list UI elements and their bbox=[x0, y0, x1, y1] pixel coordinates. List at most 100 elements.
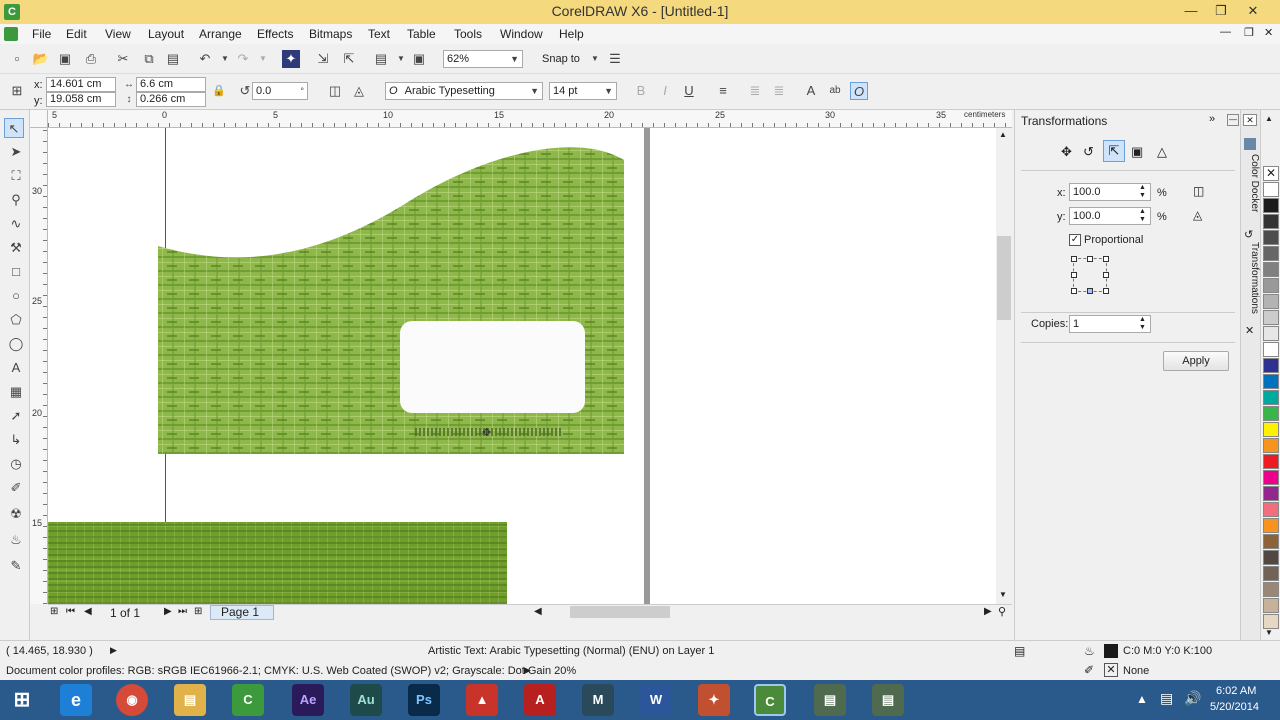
export-icon[interactable]: ⇱ bbox=[340, 50, 358, 68]
menu-window[interactable]: Window bbox=[500, 27, 543, 41]
zoom-tool-icon[interactable]: ⚲ bbox=[6, 190, 26, 210]
publish-pdf-icon[interactable]: ▤ bbox=[372, 50, 390, 68]
page-tab[interactable]: Page 1 bbox=[210, 605, 274, 620]
menu-text[interactable]: Text bbox=[368, 27, 390, 41]
anchor-point[interactable] bbox=[1103, 256, 1109, 262]
color-swatch[interactable] bbox=[1263, 486, 1279, 501]
text-alignment-icon[interactable]: ≡ bbox=[714, 82, 732, 100]
start-button[interactable]: ⊞ bbox=[6, 684, 38, 716]
color-swatch[interactable] bbox=[1263, 182, 1279, 197]
size-transform-icon[interactable]: ▣ bbox=[1131, 144, 1143, 160]
lock-ratio-icon[interactable]: 🔒 bbox=[210, 82, 228, 100]
scale-transform-icon[interactable]: ⇱ bbox=[1103, 140, 1125, 162]
position-transform-icon[interactable]: ✥ bbox=[1061, 144, 1072, 160]
first-page-icon[interactable]: ⏮ bbox=[66, 606, 75, 617]
scroll-right-icon[interactable]: ▶ bbox=[984, 606, 992, 617]
smart-fill-tool-icon[interactable]: ⚒ bbox=[6, 238, 26, 258]
coreldraw-taskbar-icon[interactable]: C bbox=[232, 684, 264, 716]
clock-date[interactable]: 5/20/2014 bbox=[1210, 701, 1259, 713]
publish-dropdown-icon[interactable]: ▼ bbox=[392, 50, 410, 68]
redo-dropdown-icon[interactable]: ▼ bbox=[254, 50, 272, 68]
vertical-ruler[interactable]: 30 25 20 15 bbox=[30, 128, 48, 604]
palette-scroll-down-icon[interactable]: ▼ bbox=[1265, 628, 1273, 637]
x-position-field[interactable]: 14.601 cm bbox=[46, 77, 116, 92]
color-swatch[interactable] bbox=[1263, 502, 1279, 517]
photoshop-icon[interactable]: Ps bbox=[408, 684, 440, 716]
tray-chevron-icon[interactable]: ▲ bbox=[1136, 692, 1148, 706]
color-swatch[interactable] bbox=[1263, 422, 1279, 437]
copy-icon[interactable]: ⧉ bbox=[140, 50, 158, 68]
minimize-button[interactable]: — bbox=[1176, 0, 1206, 22]
scale-y-spinner[interactable]: ▲ ▼ bbox=[1139, 208, 1146, 224]
label-box[interactable] bbox=[400, 321, 585, 413]
object-origin-icon[interactable]: ⊞ bbox=[8, 82, 26, 100]
tab-transformations[interactable]: Transformations bbox=[1242, 242, 1260, 322]
anchor-point[interactable] bbox=[1071, 256, 1077, 262]
anchor-point[interactable] bbox=[1103, 272, 1109, 278]
add-page-icon[interactable]: ⊞ bbox=[50, 606, 58, 617]
anchor-point[interactable] bbox=[1087, 256, 1093, 262]
doc-minimize-button[interactable]: — bbox=[1220, 26, 1231, 38]
anchor-point[interactable] bbox=[1103, 288, 1109, 294]
undo-dropdown-icon[interactable]: ▼ bbox=[216, 50, 234, 68]
corel-capture-icon[interactable]: ✦ bbox=[698, 684, 730, 716]
paste-icon[interactable]: ▤ bbox=[164, 50, 182, 68]
clock-time[interactable]: 6:02 AM bbox=[1216, 685, 1256, 697]
doc-restore-button[interactable]: ❐ bbox=[1244, 26, 1254, 39]
eyedropper-tool-icon[interactable]: ✐ bbox=[6, 478, 26, 498]
sketchup-icon[interactable]: ▲ bbox=[466, 684, 498, 716]
transformations-tab-icon[interactable]: ↺ bbox=[1244, 228, 1253, 241]
interactive-fill-tool-icon[interactable]: ✎ bbox=[6, 556, 26, 576]
undo-icon[interactable]: ↶ bbox=[196, 50, 214, 68]
width-field[interactable]: 6.6 cm bbox=[136, 77, 206, 92]
fill-tool-icon[interactable]: ♨ bbox=[6, 530, 26, 550]
color-swatch[interactable] bbox=[1263, 534, 1279, 549]
scroll-left-icon[interactable]: ◀ bbox=[534, 606, 542, 617]
navigator-icon[interactable]: ⚲ bbox=[998, 605, 1006, 618]
color-swatch[interactable] bbox=[1263, 566, 1279, 581]
save-icon[interactable]: ▣ bbox=[56, 50, 74, 68]
drawing-canvas[interactable]: ✥ bbox=[48, 128, 996, 604]
color-swatch[interactable] bbox=[1263, 598, 1279, 613]
coreldraw-active-icon[interactable]: C bbox=[754, 684, 786, 716]
color-swatch[interactable] bbox=[1263, 246, 1279, 261]
ruler-origin[interactable] bbox=[30, 110, 48, 128]
skew-transform-icon[interactable]: △ bbox=[1157, 144, 1167, 160]
tab-color-docker[interactable]: Color Docker bbox=[1242, 154, 1260, 224]
color-swatch[interactable] bbox=[1263, 198, 1279, 213]
next-page-icon[interactable]: ▶ bbox=[164, 606, 172, 617]
edit-text-icon[interactable]: ab bbox=[826, 82, 844, 100]
status-expand-icon[interactable]: ▶ bbox=[110, 645, 117, 656]
freehand-tool-icon[interactable]: ∿ bbox=[6, 214, 26, 234]
color-swatch[interactable] bbox=[1263, 278, 1279, 293]
horizontal-ruler[interactable]: 5 0 5 10 15 20 25 30 35 centimeters bbox=[48, 110, 1012, 128]
pick-tool-icon[interactable]: ↖ bbox=[4, 118, 24, 138]
cut-icon[interactable]: ✂ bbox=[114, 50, 132, 68]
opentype-icon[interactable]: O bbox=[850, 82, 868, 100]
rotation-field[interactable]: 0.0 ° bbox=[252, 82, 308, 100]
chrome-icon[interactable]: ◉ bbox=[116, 684, 148, 716]
mirror-vertical-icon[interactable]: ◬ bbox=[1193, 208, 1202, 222]
interactive-tool-icon[interactable]: ◷ bbox=[6, 454, 26, 474]
underline-icon[interactable]: U bbox=[680, 82, 698, 100]
ellipse-tool-icon[interactable]: ○ bbox=[6, 286, 26, 306]
pasteboard[interactable] bbox=[650, 128, 996, 604]
polygon-tool-icon[interactable]: ⬠ bbox=[6, 310, 26, 330]
color-swatch[interactable] bbox=[1263, 614, 1279, 629]
color-swatch[interactable] bbox=[1263, 470, 1279, 485]
last-page-icon[interactable]: ⏭ bbox=[178, 606, 187, 617]
print-icon[interactable]: ⎙ bbox=[82, 50, 100, 68]
audition-icon[interactable]: Au bbox=[350, 684, 382, 716]
restore-button[interactable]: ❐ bbox=[1206, 0, 1236, 22]
menu-bitmaps[interactable]: Bitmaps bbox=[309, 27, 352, 41]
menu-file[interactable]: File bbox=[32, 27, 51, 41]
color-swatch[interactable] bbox=[1263, 230, 1279, 245]
app-window-icon[interactable]: ▤ bbox=[872, 684, 904, 716]
color-proof-icon[interactable]: ▤ bbox=[1014, 644, 1025, 658]
menu-arrange[interactable]: Arrange bbox=[199, 27, 242, 41]
color-profiles[interactable]: Document color profiles: RGB: sRGB IEC61… bbox=[6, 665, 576, 677]
anchor-point-selected[interactable] bbox=[1087, 288, 1093, 294]
menu-edit[interactable]: Edit bbox=[66, 27, 87, 41]
internet-explorer-icon[interactable]: e bbox=[60, 684, 92, 716]
color-swatch[interactable] bbox=[1263, 390, 1279, 405]
